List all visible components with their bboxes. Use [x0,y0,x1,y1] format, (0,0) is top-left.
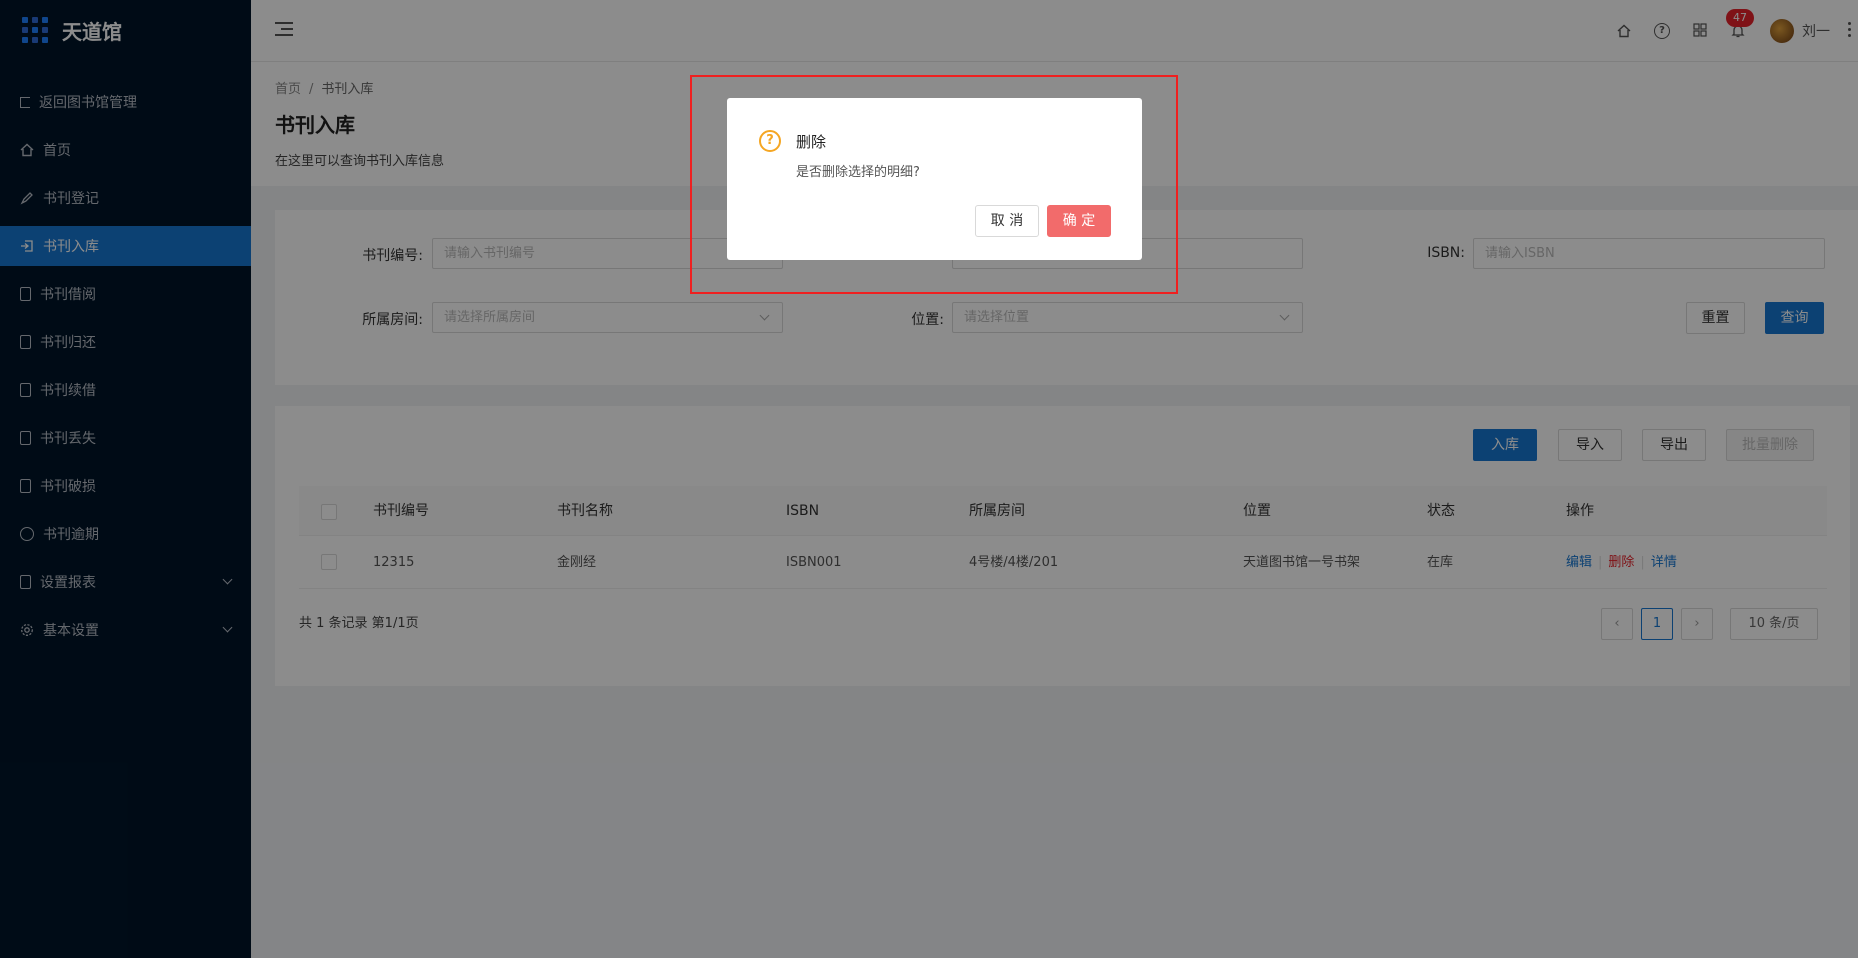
highlight-annotation-box [690,75,1178,294]
